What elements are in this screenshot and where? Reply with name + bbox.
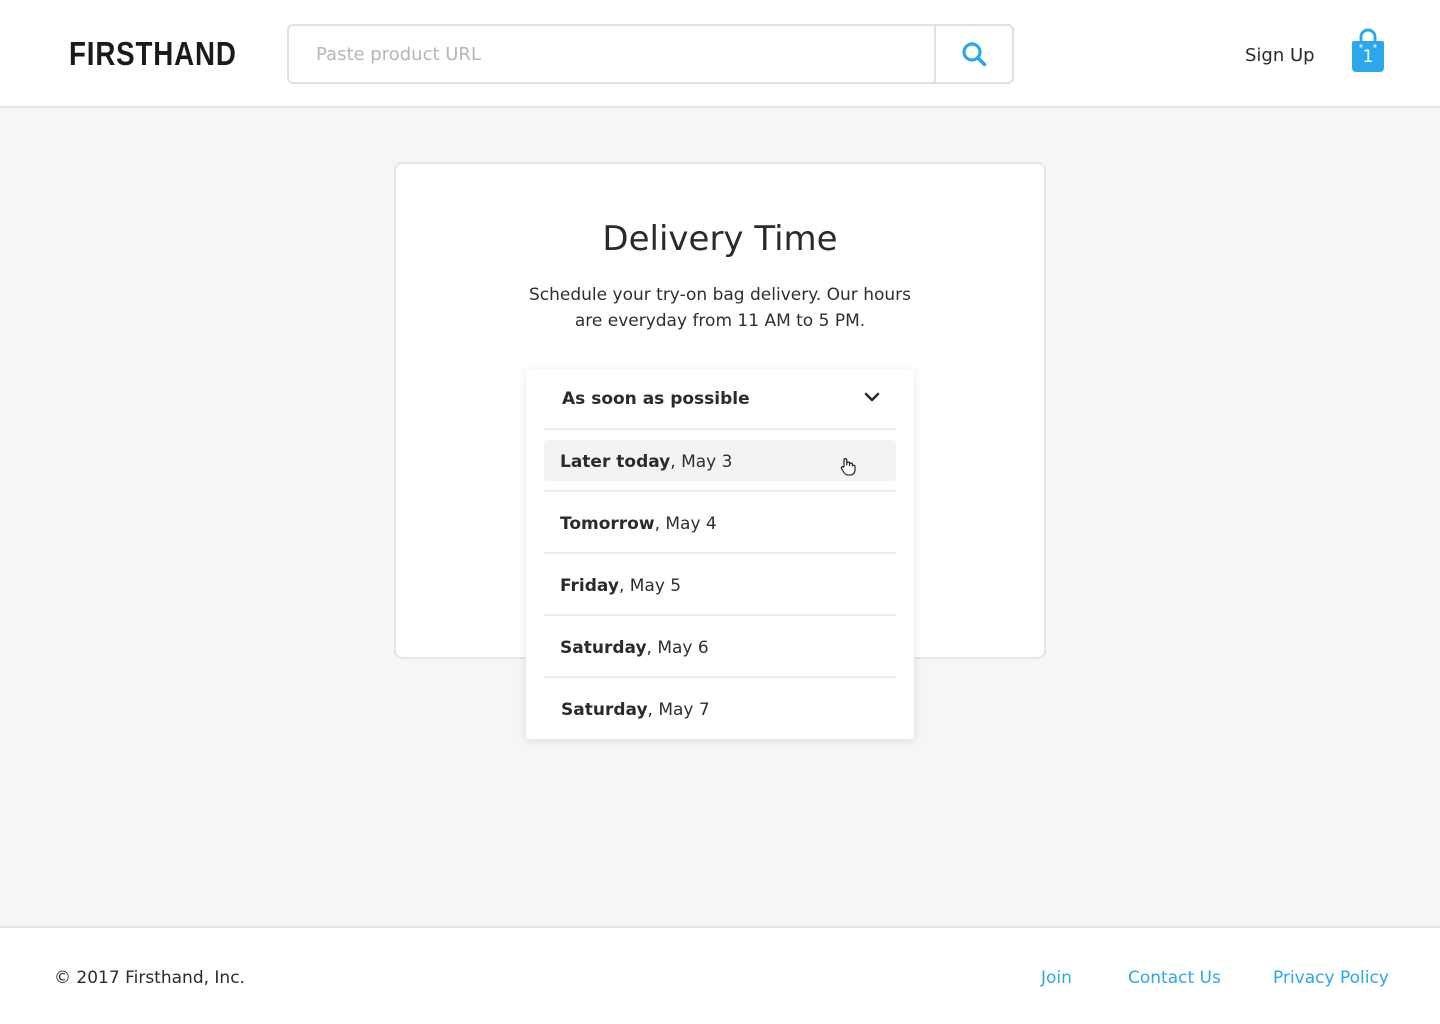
- delivery-time-select[interactable]: As soon as possible: [544, 369, 896, 430]
- cart-button[interactable]: 1: [1350, 28, 1386, 74]
- delivery-option-saturday-may-7[interactable]: Saturday, May 7: [544, 678, 896, 740]
- hand-pointer-cursor-icon: [840, 458, 856, 476]
- site-header: FIRSTHAND Sign Up 1: [0, 0, 1440, 108]
- product-url-input[interactable]: [289, 26, 933, 82]
- site-logo[interactable]: FIRSTHAND: [69, 35, 237, 73]
- delivery-option-saturday-may-6[interactable]: Saturday, May 6: [544, 616, 896, 678]
- delivery-option-friday[interactable]: Friday, May 5: [544, 554, 896, 616]
- option-label: Saturday, May 6: [560, 638, 709, 658]
- footer-link-contact-us[interactable]: Contact Us: [1128, 966, 1221, 990]
- footer-link-join[interactable]: Join: [1041, 966, 1072, 990]
- option-label: Tomorrow, May 4: [560, 514, 717, 534]
- search-bar: [287, 24, 1014, 84]
- delivery-option-tomorrow[interactable]: Tomorrow, May 4: [544, 492, 896, 554]
- copyright-text: © 2017 Firsthand, Inc.: [54, 968, 245, 988]
- page-title: Delivery Time: [602, 219, 838, 259]
- selected-delivery-time: As soon as possible: [562, 389, 750, 409]
- site-footer: © 2017 Firsthand, Inc. Join Contact Us P…: [0, 926, 1440, 1024]
- page-subtitle: Schedule your try-on bag delivery. Our h…: [529, 285, 911, 331]
- cart-count-badge: 1: [1362, 47, 1374, 67]
- search-button[interactable]: [934, 26, 1012, 82]
- option-label: Later today, May 3: [560, 452, 733, 472]
- sign-up-link[interactable]: Sign Up: [1245, 44, 1315, 68]
- chevron-down-icon: [864, 392, 880, 402]
- delivery-time-dropdown: As soon as possible Later today, May 3 T…: [526, 369, 914, 739]
- search-icon: [962, 42, 987, 67]
- footer-link-privacy-policy[interactable]: Privacy Policy: [1273, 966, 1389, 990]
- option-label: Friday, May 5: [560, 576, 682, 596]
- option-label: Saturday, May 7: [561, 700, 710, 720]
